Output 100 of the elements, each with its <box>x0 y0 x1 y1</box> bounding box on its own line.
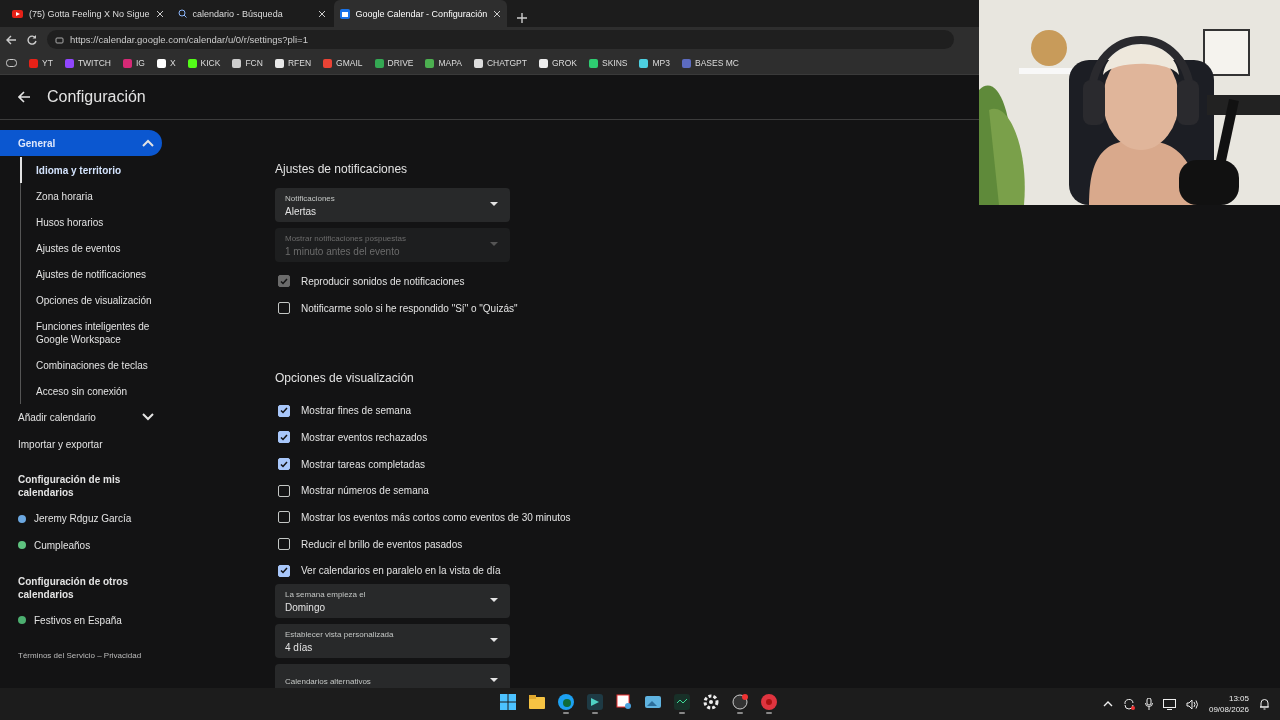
checkbox[interactable] <box>278 538 290 551</box>
dropdown-field[interactable]: La semana empieza el Domingo <box>275 584 510 619</box>
page-title: Configuración <box>47 88 146 106</box>
bookmarks-icon[interactable] <box>6 59 17 67</box>
calendar-link[interactable]: Festivos en España <box>34 614 122 626</box>
section-heading: Configuración de mis calendarios <box>17 473 122 501</box>
bookmark-icon <box>122 58 132 68</box>
footer-links[interactable]: Términos del Servicio – Privacidad <box>0 633 170 661</box>
checkbox-label: Mostrar fines de semana <box>301 405 412 417</box>
nav-item[interactable]: General <box>0 130 162 156</box>
bookmark-icon <box>681 58 691 68</box>
gear-icon <box>703 694 719 710</box>
nav-subitem[interactable]: Ajustes de eventos <box>20 235 166 261</box>
close-icon[interactable] <box>493 9 502 18</box>
search-icon <box>177 9 187 18</box>
bookmark-link[interactable]: KICK <box>187 58 221 68</box>
nav-item[interactable]: Añadir calendario <box>0 404 162 431</box>
caret-icon <box>490 598 498 604</box>
new-tab-icon[interactable] <box>517 13 528 23</box>
bookmark-link[interactable]: TWITCH <box>64 58 111 68</box>
bookmark-icon <box>274 58 284 68</box>
bookmark-icon <box>538 58 548 68</box>
section-heading: Configuración de otros calendarios <box>17 574 129 602</box>
checkbox-label: Mostrar eventos rechazados <box>301 431 428 443</box>
bookmark-icon <box>187 58 197 68</box>
bookmark-icon <box>374 58 384 68</box>
browser-tab[interactable]: (75) Gotta Feeling X No Sigue <box>6 0 170 27</box>
chevron-icon <box>142 413 154 422</box>
bookmark-link[interactable]: MAPA <box>425 58 462 68</box>
nav-subitem[interactable]: Zona horaria <box>20 183 166 209</box>
bookmark-link[interactable]: RFEN <box>274 58 312 68</box>
bookmark-icon <box>29 58 38 68</box>
nav-subitem[interactable]: Husos horarios <box>20 209 166 235</box>
chevron-up-icon[interactable] <box>1102 701 1113 707</box>
nav-item[interactable]: Importar y exportar <box>0 430 162 458</box>
bookmark-link[interactable]: YT <box>29 58 53 68</box>
checkbox[interactable] <box>278 404 290 417</box>
checkbox[interactable] <box>278 458 290 471</box>
close-icon[interactable] <box>317 9 326 18</box>
nav-subitem[interactable]: Funciones inteligentes de Google Workspace <box>20 313 166 352</box>
clock-date[interactable]: 09/08/2026 <box>1208 704 1249 715</box>
bookmark-icon <box>64 58 74 68</box>
checkbox[interactable] <box>278 511 290 524</box>
bell-icon[interactable] <box>1259 698 1270 710</box>
clock-time[interactable]: 13:05 <box>1228 693 1249 704</box>
checkbox[interactable] <box>278 302 290 315</box>
address-field[interactable]: https://calendar.google.com/calendar/u/0/r/settings?pli=1 <box>47 30 954 49</box>
dropdown-field[interactable]: Notificaciones Alertas <box>275 188 510 222</box>
caret-icon <box>490 242 498 247</box>
checkbox-label: Notificarme solo si he respondido "Sí" o "Quizás" <box>301 302 518 314</box>
bookmark-icon <box>473 58 483 68</box>
nav-subitem[interactable]: Acceso sin conexión <box>20 378 166 404</box>
nav-subitem[interactable]: Ajustes de notificaciones <box>20 261 166 287</box>
calendar-link[interactable]: Cumpleaños <box>34 539 91 551</box>
calendar-link[interactable]: Jeremy Rdguz García <box>34 513 132 525</box>
reload-icon[interactable] <box>27 34 37 45</box>
dropdown-field[interactable]: Calendarios alternativos <box>275 664 510 688</box>
dropdown-field[interactable]: Establecer vista personalizada 4 días <box>275 624 510 659</box>
bookmark-link[interactable]: IG <box>122 58 145 68</box>
close-icon[interactable] <box>155 9 164 18</box>
volume-icon[interactable] <box>1185 698 1199 710</box>
browser-tab[interactable]: calendario - Búsqueda <box>171 0 332 27</box>
caret-icon <box>490 202 498 207</box>
back-icon[interactable] <box>6 34 17 45</box>
checkbox[interactable] <box>278 484 290 497</box>
bookmark-link[interactable]: DRIVE <box>374 58 414 68</box>
recorder-icon <box>761 694 777 710</box>
bookmark-link[interactable]: BASES MC <box>681 58 739 68</box>
bookmark-link[interactable]: MP3 <box>639 58 670 68</box>
bookmark-link[interactable]: CHATGPT <box>473 58 527 68</box>
bookmark-icon <box>232 58 242 68</box>
network-icon[interactable] <box>1162 698 1176 710</box>
checkbox[interactable] <box>278 431 290 444</box>
bookmark-icon <box>323 58 333 68</box>
video-icon <box>12 9 23 18</box>
chevron-icon <box>142 139 154 147</box>
bookmark-link[interactable]: GMAIL <box>323 58 363 68</box>
back-arrow-icon[interactable] <box>18 91 31 103</box>
nav-subitem[interactable]: Opciones de visualización <box>20 287 166 313</box>
checkbox-label: Mostrar tareas completadas <box>301 458 425 470</box>
caret-icon <box>490 638 498 644</box>
checkbox-label: Reducir el brillo de eventos pasados <box>301 538 463 550</box>
bookmark-link[interactable]: SKINS <box>588 58 628 68</box>
bookmark-link[interactable]: X <box>156 58 176 68</box>
windows-icon <box>500 694 516 710</box>
bookmark-icon <box>639 58 649 68</box>
section-heading: Opciones de visualización <box>275 371 415 386</box>
bookmark-icon <box>156 58 166 68</box>
bookmark-link[interactable]: GROK <box>538 58 577 68</box>
caret-icon <box>490 678 498 684</box>
bookmark-link[interactable]: FCN <box>232 58 263 68</box>
nav-subitem[interactable]: Idioma y territorio <box>20 157 166 183</box>
nav-subitem[interactable]: Combinaciones de teclas <box>20 352 166 378</box>
microphone-icon[interactable] <box>1144 698 1153 710</box>
checkbox-label: Mostrar los eventos más cortos como eventos de 30 minutos <box>301 511 571 523</box>
browser-tab[interactable]: Google Calendar - Configuración <box>333 0 508 27</box>
bookmark-icon <box>588 58 598 68</box>
checkbox[interactable] <box>278 564 290 577</box>
sync-icon[interactable] <box>1122 698 1135 710</box>
folder-icon <box>529 694 545 710</box>
